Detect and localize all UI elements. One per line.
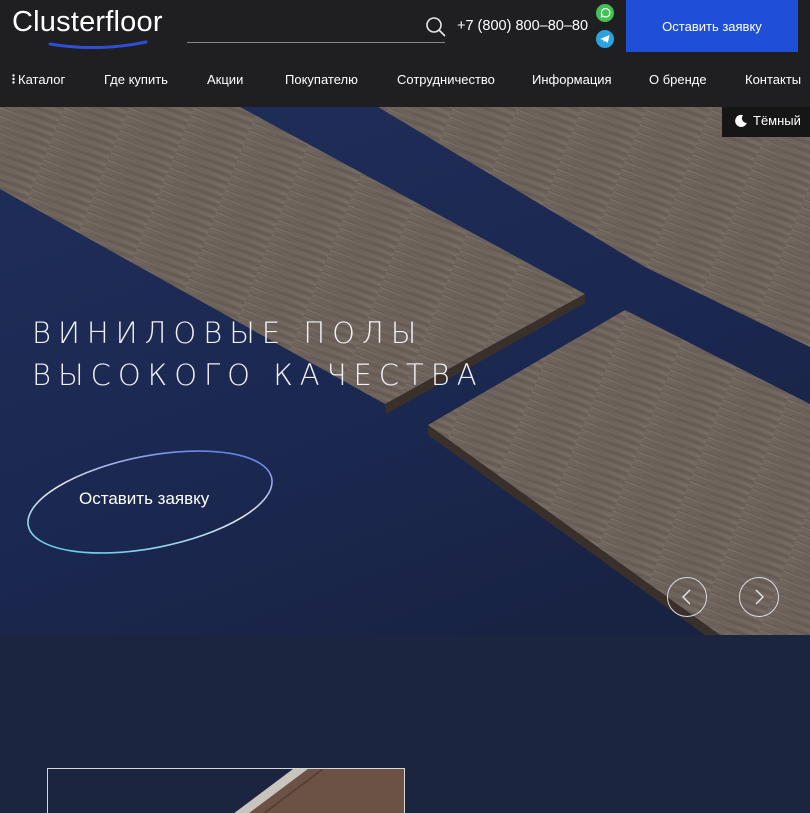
hero-title: Виниловые полы высокого качества <box>32 312 484 396</box>
phone-link[interactable]: +7 (800) 800–80–80 <box>457 18 588 34</box>
nav-item-where-to-buy[interactable]: Где купить <box>104 72 168 87</box>
logo-wave-icon <box>48 40 148 50</box>
chevron-right-icon <box>755 589 764 605</box>
nav-item-contacts[interactable]: Контакты <box>745 72 801 87</box>
nav-item-cooperation[interactable]: Сотрудничество <box>397 72 495 87</box>
catalog-menu-icon <box>12 74 15 84</box>
nav-item-for-buyers[interactable]: Покупателю <box>285 72 358 87</box>
product-card-image <box>234 769 404 813</box>
slider-prev-button[interactable] <box>667 577 707 617</box>
hero-title-line-1: Виниловые полы <box>32 316 424 350</box>
content-section <box>0 635 810 813</box>
chevron-left-icon <box>682 589 691 605</box>
logo[interactable]: Clusterfloor <box>12 6 182 50</box>
nav-item-promotions[interactable]: Акции <box>207 72 243 87</box>
moon-icon <box>735 114 747 127</box>
site-header: Clusterfloor +7 (800) 800–80–80 Оставить… <box>0 0 810 107</box>
hero-request-button[interactable]: Оставить заявку <box>25 447 275 557</box>
hero-banner: Виниловые полы высокого качества Оставит… <box>0 107 810 635</box>
hero-title-line-2: высокого качества <box>32 358 484 392</box>
product-card[interactable] <box>47 768 405 813</box>
slider-next-button[interactable] <box>739 577 779 617</box>
theme-toggle-label: Тёмный <box>753 113 801 128</box>
telegram-icon[interactable] <box>596 30 614 48</box>
hero-cta-label: Оставить заявку <box>79 489 210 508</box>
nav-item-about-brand[interactable]: О бренде <box>649 72 707 87</box>
request-button[interactable]: Оставить заявку <box>626 0 798 52</box>
logo-text: Clusterfloor <box>12 6 163 38</box>
nav-item-catalog[interactable]: Каталог <box>18 72 65 87</box>
search-icon[interactable] <box>425 16 447 38</box>
main-nav: Каталог Где купить Акции Покупателю Сотр… <box>0 72 810 90</box>
nav-item-information[interactable]: Информация <box>532 72 612 87</box>
theme-toggle[interactable]: Тёмный <box>722 107 810 137</box>
whatsapp-icon[interactable] <box>596 4 614 22</box>
search-input[interactable] <box>187 42 445 43</box>
